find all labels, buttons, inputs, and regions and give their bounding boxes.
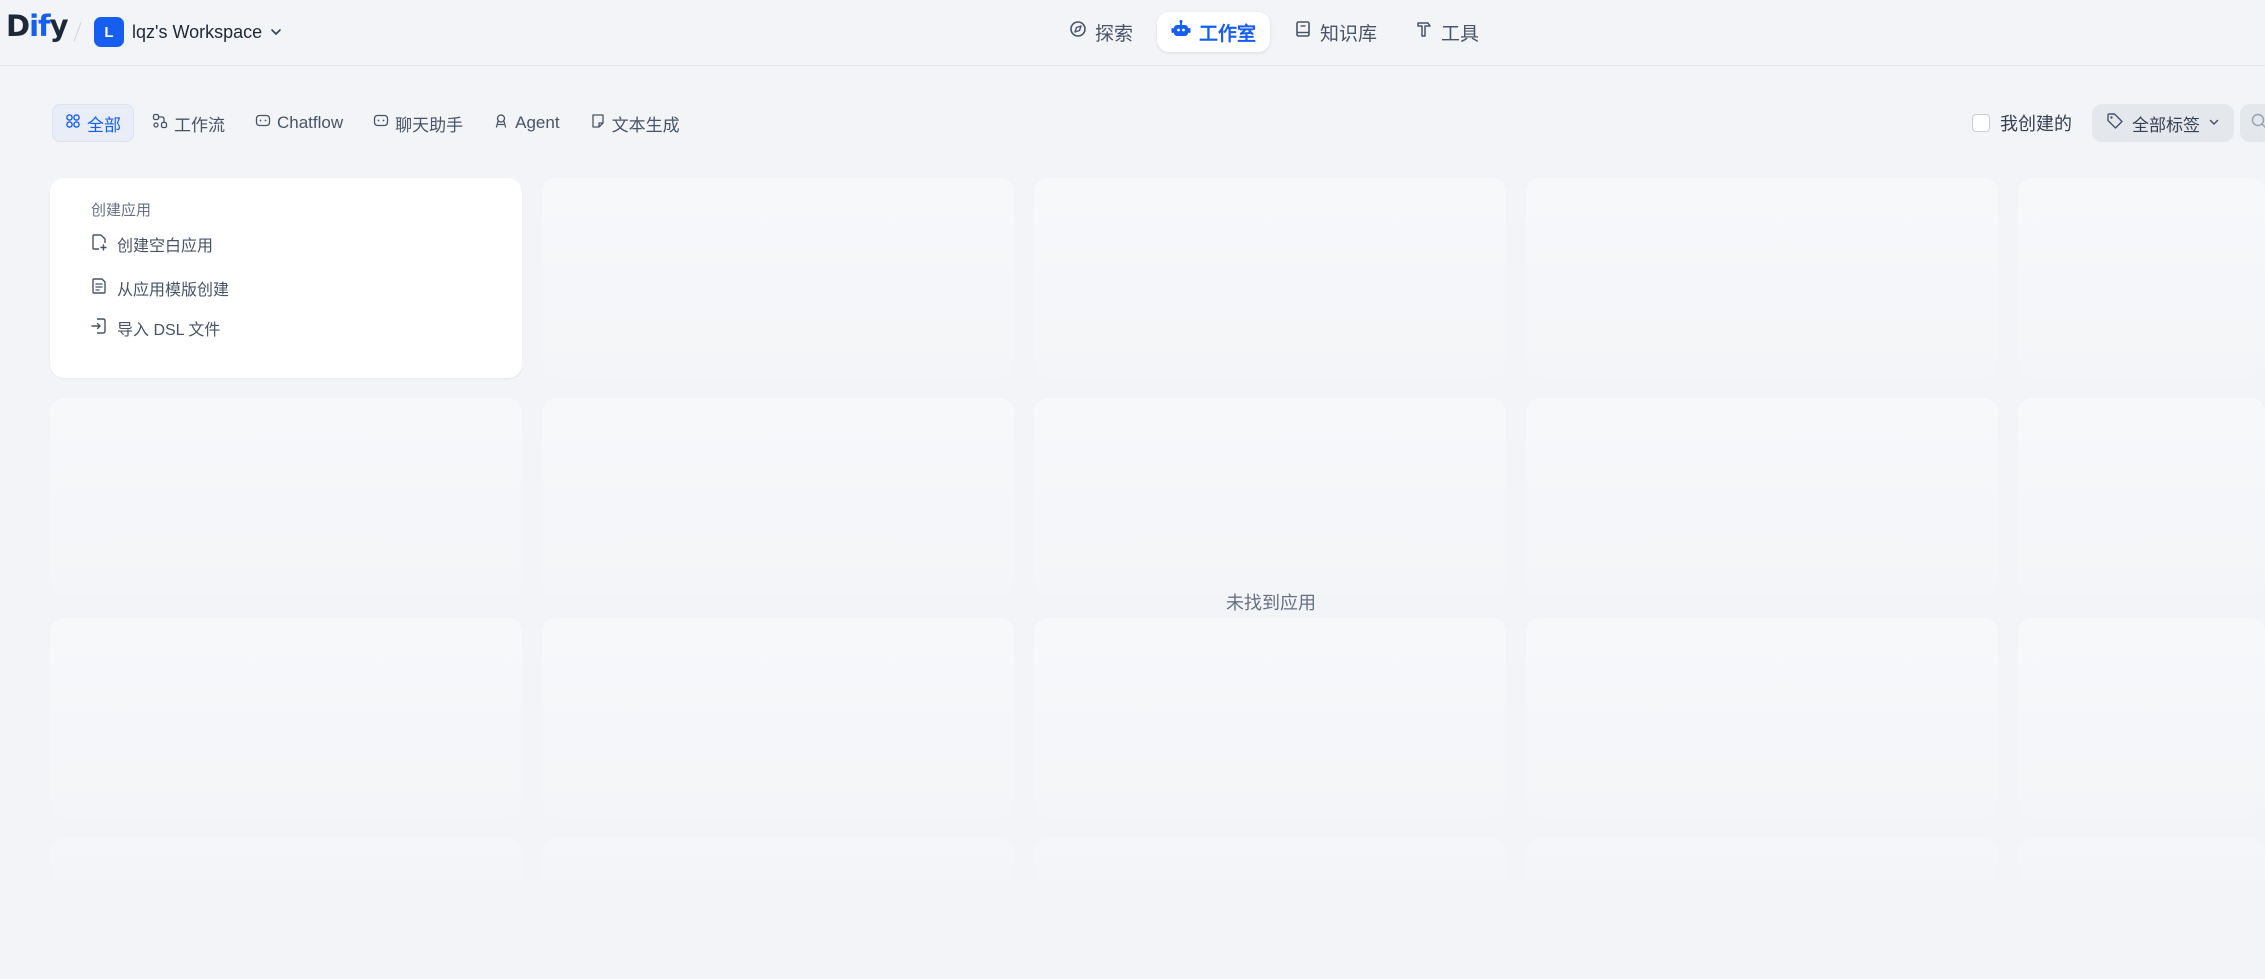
- create-blank-app-label: 创建空白应用: [117, 238, 214, 255]
- hammer-icon: [1415, 20, 1433, 44]
- nav-tools-label: 工具: [1441, 23, 1480, 45]
- create-app-card: 创建应用 创建空白应用 从应用模版创建 导入 DSL 文件: [50, 178, 522, 378]
- tab-text-generation-label: 文本生成: [611, 115, 680, 135]
- logo-separator: [73, 22, 82, 42]
- nav-explore[interactable]: 探索: [1055, 12, 1147, 52]
- tab-all[interactable]: 全部: [52, 104, 134, 142]
- app-card-placeholder: [1526, 178, 1998, 378]
- import-dsl-label: 导入 DSL 文件: [117, 322, 221, 339]
- create-app-title: 创建应用: [91, 202, 152, 219]
- nav-knowledge-label: 知识库: [1320, 23, 1378, 45]
- nav-studio[interactable]: 工作室: [1157, 12, 1271, 52]
- import-dsl-button[interactable]: 导入 DSL 文件: [90, 315, 220, 341]
- workspace-name: lqz's Workspace: [132, 21, 263, 42]
- note-icon: [590, 113, 606, 134]
- nav-tools[interactable]: 工具: [1401, 12, 1493, 52]
- template-icon: [90, 277, 108, 300]
- search-icon: [2250, 112, 2265, 135]
- created-by-me-checkbox[interactable]: [1972, 114, 1990, 132]
- app-card-placeholder: [1526, 618, 1998, 818]
- search-input[interactable]: [2240, 104, 2265, 142]
- chevron-down-icon: [2208, 113, 2220, 133]
- dify-logo[interactable]: Dify: [6, 9, 69, 43]
- nav-studio-label: 工作室: [1199, 23, 1257, 45]
- logo-part2: y: [49, 9, 69, 43]
- nav-explore-label: 探索: [1095, 23, 1134, 45]
- app-card-placeholder: [1034, 838, 1506, 908]
- workspace-avatar: L: [94, 17, 124, 47]
- top-header: Dify L lqz's Workspace 探索 工作室 知识库 工具: [0, 0, 2265, 66]
- app-card-placeholder: [1034, 398, 1506, 598]
- file-plus-icon: [90, 233, 108, 256]
- main-nav: 探索 工作室 知识库 工具: [1055, 12, 1493, 52]
- tag-filter-label: 全部标签: [2132, 115, 2200, 135]
- app-card-placeholder: [50, 398, 522, 598]
- app-card-placeholder: [542, 398, 1014, 598]
- agent-icon: [493, 113, 509, 134]
- workflow-icon: [152, 113, 168, 134]
- logo-part1: D: [6, 9, 30, 43]
- app-card-placeholder: [542, 178, 1014, 378]
- app-card-placeholder: [1526, 838, 1998, 908]
- tab-text-generation[interactable]: 文本生成: [578, 104, 692, 142]
- book-icon: [1294, 20, 1312, 44]
- logo-accent: if: [29, 9, 51, 43]
- tab-chatflow-label: Chatflow: [277, 113, 344, 132]
- app-card-placeholder: [542, 838, 1014, 908]
- tab-chatflow[interactable]: Chatflow: [243, 104, 355, 142]
- robot-icon: [1171, 20, 1191, 44]
- chat-bubble-icon: [373, 113, 389, 134]
- created-by-me-label: 我创建的: [2000, 114, 2072, 134]
- tag-icon: [2106, 112, 2124, 135]
- tab-chatbot-label: 聊天助手: [395, 115, 464, 135]
- filter-tools: 我创建的 全部标签: [1972, 104, 2234, 142]
- app-card-placeholder: [542, 618, 1014, 818]
- empty-state-message: 未找到应用: [1226, 593, 1316, 613]
- tab-chatbot[interactable]: 聊天助手: [361, 104, 475, 142]
- app-card-placeholder: [2018, 178, 2265, 378]
- nav-knowledge[interactable]: 知识库: [1280, 12, 1391, 52]
- chevron-down-icon: [270, 26, 282, 38]
- app-card-placeholder: [1526, 398, 1998, 598]
- app-card-placeholder: [1034, 178, 1506, 378]
- tag-filter-dropdown[interactable]: 全部标签: [2092, 104, 2234, 142]
- chatflow-icon: [255, 113, 271, 134]
- create-blank-app-button[interactable]: 创建空白应用: [90, 231, 213, 257]
- tab-workflow[interactable]: 工作流: [140, 104, 237, 142]
- app-card-placeholder: [50, 838, 522, 908]
- tab-agent-label: Agent: [515, 113, 560, 132]
- create-from-template-label: 从应用模版创建: [117, 282, 230, 299]
- workspace-selector[interactable]: L lqz's Workspace: [94, 17, 282, 47]
- grid-icon: [65, 113, 81, 134]
- app-card-placeholder: [2018, 398, 2265, 598]
- app-card-placeholder: [2018, 618, 2265, 818]
- app-card-placeholder: [1034, 618, 1506, 818]
- app-type-tabs: 全部 工作流 Chatflow 聊天助手 Agent 文本生成: [52, 104, 692, 142]
- tab-agent[interactable]: Agent: [481, 104, 571, 142]
- created-by-me-toggle[interactable]: 我创建的: [1972, 110, 2072, 136]
- compass-icon: [1069, 20, 1087, 44]
- file-import-icon: [90, 317, 108, 340]
- create-from-template-button[interactable]: 从应用模版创建: [90, 275, 229, 301]
- app-card-placeholder: [50, 618, 522, 818]
- tab-workflow-label: 工作流: [174, 115, 225, 135]
- app-card-placeholder: [2018, 838, 2265, 908]
- tab-all-label: 全部: [87, 115, 121, 135]
